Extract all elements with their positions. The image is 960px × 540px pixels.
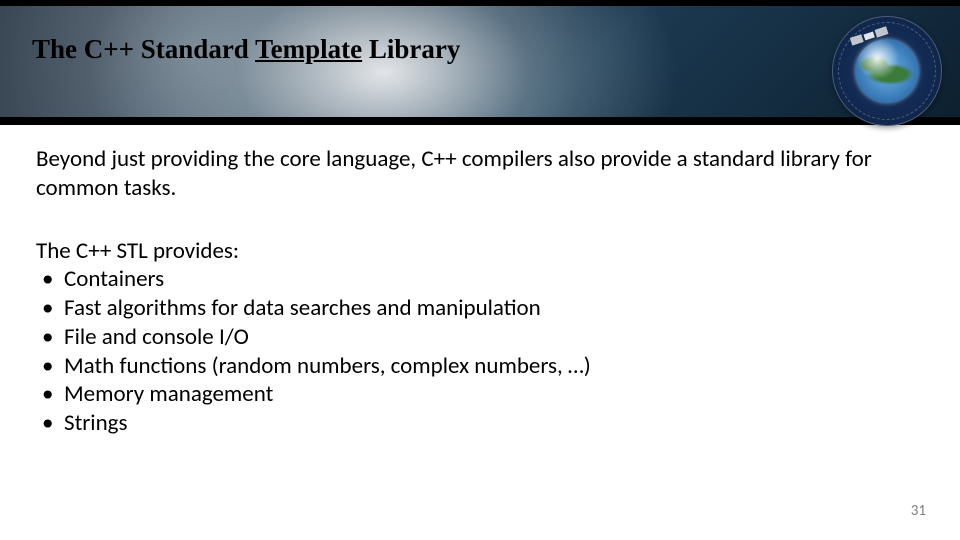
bullet-list: Containers Fast algorithms for data sear… <box>36 265 924 438</box>
list-item: Fast algorithms for data searches and ma… <box>42 294 924 323</box>
slide-title-pre: The C++ Standard <box>32 34 255 64</box>
page-number: 31 <box>911 502 926 520</box>
slide-title-underlined: Template <box>255 34 362 64</box>
logo-ring <box>832 16 942 126</box>
list-item: File and console I/O <box>42 323 924 352</box>
list-item: Strings <box>42 409 924 438</box>
list-heading: The C++ STL provides: <box>36 237 924 266</box>
list-item: Memory management <box>42 380 924 409</box>
intro-paragraph: Beyond just providing the core language,… <box>36 145 924 203</box>
list-item: Math functions (random numbers, complex … <box>42 352 924 381</box>
slide-title: The C++ Standard Template Library <box>32 34 460 65</box>
list-item: Containers <box>42 265 924 294</box>
jcsda-logo <box>832 16 942 126</box>
slide-header-band: The C++ Standard Template Library <box>0 0 960 125</box>
slide-body: Beyond just providing the core language,… <box>0 125 960 438</box>
globe-icon <box>855 39 919 103</box>
slide-title-post: Library <box>362 34 460 64</box>
